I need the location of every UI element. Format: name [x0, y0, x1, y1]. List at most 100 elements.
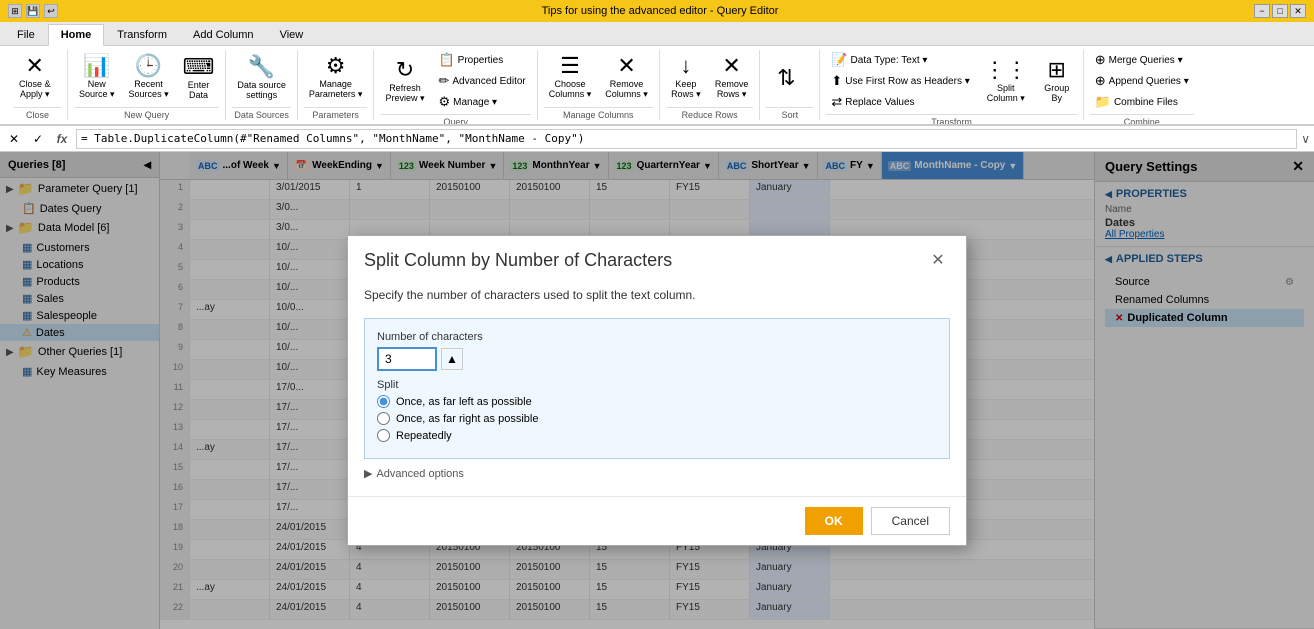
formula-input[interactable] [76, 129, 1297, 149]
merge-queries-icon: ⊕ [1095, 52, 1106, 68]
ribbon-group-query: ↻ RefreshPreview ▾ 📋 Properties ✏ Advanc… [374, 50, 537, 120]
combine-content: ⊕ Merge Queries ▾ ⊕ Append Queries ▾ 📁 C… [1090, 50, 1194, 112]
manage-parameters-button[interactable]: ⚙ ManageParameters ▾ [304, 52, 368, 103]
advanced-options-toggle[interactable]: ▶ Advanced options [364, 467, 950, 480]
close-apply-button[interactable]: ✕ Close &Apply ▾ [14, 52, 56, 103]
radio-once-left[interactable]: Once, as far left as possible [377, 395, 937, 408]
undo-icon[interactable]: ↩ [44, 4, 58, 18]
split-section-label: Split [377, 379, 937, 391]
tab-view[interactable]: View [267, 23, 317, 45]
radio-once-left-input[interactable] [377, 395, 390, 408]
keep-rows-button[interactable]: ↓ KeepRows ▾ [666, 52, 706, 103]
manage-columns-content: ☰ ChooseColumns ▾ ✕ RemoveColumns ▾ [544, 50, 653, 105]
new-query-group-label: New Query [74, 107, 219, 120]
tab-transform[interactable]: Transform [104, 23, 180, 45]
new-source-button[interactable]: 📊 NewSource ▾ [74, 52, 120, 103]
advanced-options-label: Advanced options [376, 468, 463, 480]
tab-add-column[interactable]: Add Column [180, 23, 267, 45]
advanced-editor-icon: ✏ [438, 73, 449, 89]
group-by-button[interactable]: ⊞ GroupBy [1037, 56, 1077, 106]
data-source-settings-button[interactable]: 🔧 Data sourcesettings [232, 53, 291, 103]
sort-icon: ⇅ [777, 67, 795, 89]
dialog-cancel-button[interactable]: Cancel [871, 507, 950, 535]
choose-columns-label: ChooseColumns ▾ [549, 79, 592, 100]
close-apply-icon: ✕ [26, 55, 44, 77]
formula-fx-label: fx [52, 129, 72, 149]
split-column-label: SplitColumn ▾ [987, 83, 1025, 104]
refresh-preview-button[interactable]: ↻ RefreshPreview ▾ [380, 56, 429, 107]
transform-multi: 📝 Data Type: Text ▾ ⬆ Use First Row as H… [826, 50, 974, 112]
sort-content: ⇅ [766, 50, 813, 105]
combine-multi: ⊕ Merge Queries ▾ ⊕ Append Queries ▾ 📁 C… [1090, 50, 1194, 112]
merge-queries-button[interactable]: ⊕ Merge Queries ▾ [1090, 50, 1194, 70]
split-column-dialog: Split Column by Number of Characters ✕ S… [347, 235, 967, 546]
recent-sources-button[interactable]: 🕒 RecentSources ▾ [124, 52, 174, 103]
choose-columns-button[interactable]: ☰ ChooseColumns ▾ [544, 52, 597, 103]
keep-rows-label: KeepRows ▾ [671, 79, 701, 100]
manage-parameters-icon: ⚙ [326, 55, 346, 77]
ribbon-group-close: ✕ Close &Apply ▾ Close [8, 50, 68, 120]
radio-once-right[interactable]: Once, as far right as possible [377, 412, 937, 425]
combine-files-button[interactable]: 📁 Combine Files [1090, 92, 1194, 112]
num-chars-up-icon[interactable]: ▲ [441, 348, 463, 370]
combine-files-label: Combine Files [1114, 97, 1178, 108]
formula-expand-button[interactable]: ∨ [1301, 132, 1310, 146]
reduce-rows-content: ↓ KeepRows ▾ ✕ RemoveRows ▾ [666, 50, 754, 105]
properties-button[interactable]: 📋 Properties [433, 50, 530, 70]
close-group-label: Close [14, 107, 61, 120]
close-button[interactable]: ✕ [1290, 4, 1306, 18]
enter-data-label: EnterData [188, 80, 210, 100]
dialog-close-button[interactable]: ✕ [926, 248, 950, 272]
group-by-icon: ⊞ [1048, 59, 1066, 81]
replace-values-button[interactable]: ⇄ Replace Values [826, 92, 974, 112]
properties-label: Properties [458, 55, 504, 66]
transform-group-label: Transform [826, 114, 1076, 126]
radio-repeatedly-input[interactable] [377, 429, 390, 442]
manage-icon: ⚙ [438, 94, 450, 110]
ribbon-group-parameters: ⚙ ManageParameters ▾ Parameters [298, 50, 375, 120]
ribbon-toolbar: ✕ Close &Apply ▾ Close 📊 NewSource ▾ 🕒 R… [0, 46, 1314, 126]
tab-home[interactable]: Home [48, 24, 105, 46]
ribbon-group-data-sources: 🔧 Data sourcesettings Data Sources [226, 50, 298, 120]
ribbon-group-reduce-rows: ↓ KeepRows ▾ ✕ RemoveRows ▾ Reduce Rows [660, 50, 761, 120]
use-first-row-button[interactable]: ⬆ Use First Row as Headers ▾ [826, 71, 974, 91]
maximize-button[interactable]: □ [1272, 4, 1288, 18]
main-content: Queries [8] ◂ ▶ 📁 Parameter Query [1] 📋 … [0, 152, 1314, 629]
split-column-icon: ⋮⋮ [984, 59, 1028, 81]
formula-confirm-button[interactable]: ✓ [28, 129, 48, 149]
close-apply-label: Close &Apply ▾ [19, 79, 51, 100]
data-type-button[interactable]: 📝 Data Type: Text ▾ [826, 50, 974, 70]
transform-content: 📝 Data Type: Text ▾ ⬆ Use First Row as H… [826, 50, 1076, 112]
formula-cancel-button[interactable]: ✕ [4, 129, 24, 149]
minimize-button[interactable]: − [1254, 4, 1270, 18]
parameters-group-label: Parameters [304, 107, 368, 120]
append-queries-button[interactable]: ⊕ Append Queries ▾ [1090, 71, 1194, 91]
radio-repeatedly-label: Repeatedly [396, 430, 452, 442]
recent-sources-label: RecentSources ▾ [129, 79, 169, 100]
enter-data-button[interactable]: ⌨ EnterData [178, 53, 220, 103]
ribbon-group-manage-columns: ☰ ChooseColumns ▾ ✕ RemoveColumns ▾ Mana… [538, 50, 660, 120]
tab-file[interactable]: File [4, 23, 48, 45]
dialog-ok-button[interactable]: OK [805, 507, 863, 535]
window-controls: − □ ✕ [1254, 4, 1306, 18]
manage-button[interactable]: ⚙ Manage ▾ [433, 92, 530, 112]
title-bar: ⊞ 💾 ↩ Tips for using the advanced editor… [0, 0, 1314, 22]
save-icon[interactable]: 💾 [26, 4, 40, 18]
use-first-row-icon: ⬆ [831, 73, 842, 89]
new-source-label: NewSource ▾ [79, 79, 115, 100]
advanced-editor-button[interactable]: ✏ Advanced Editor [433, 71, 530, 91]
split-column-button[interactable]: ⋮⋮ SplitColumn ▾ [979, 56, 1033, 107]
data-type-icon: 📝 [831, 52, 847, 68]
remove-columns-button[interactable]: ✕ RemoveColumns ▾ [600, 52, 653, 103]
radio-once-right-input[interactable] [377, 412, 390, 425]
remove-rows-button[interactable]: ✕ RemoveRows ▾ [710, 52, 754, 103]
manage-parameters-label: ManageParameters ▾ [309, 79, 363, 100]
radio-repeatedly[interactable]: Repeatedly [377, 429, 937, 442]
ribbon-group-close-content: ✕ Close &Apply ▾ [14, 50, 61, 105]
refresh-preview-label: RefreshPreview ▾ [385, 83, 424, 104]
sort-button[interactable]: ⇅ [766, 64, 806, 92]
keep-rows-icon: ↓ [680, 55, 691, 77]
data-source-settings-icon: 🔧 [248, 56, 275, 78]
num-chars-input[interactable] [377, 347, 437, 371]
advanced-editor-label: Advanced Editor [452, 76, 525, 87]
